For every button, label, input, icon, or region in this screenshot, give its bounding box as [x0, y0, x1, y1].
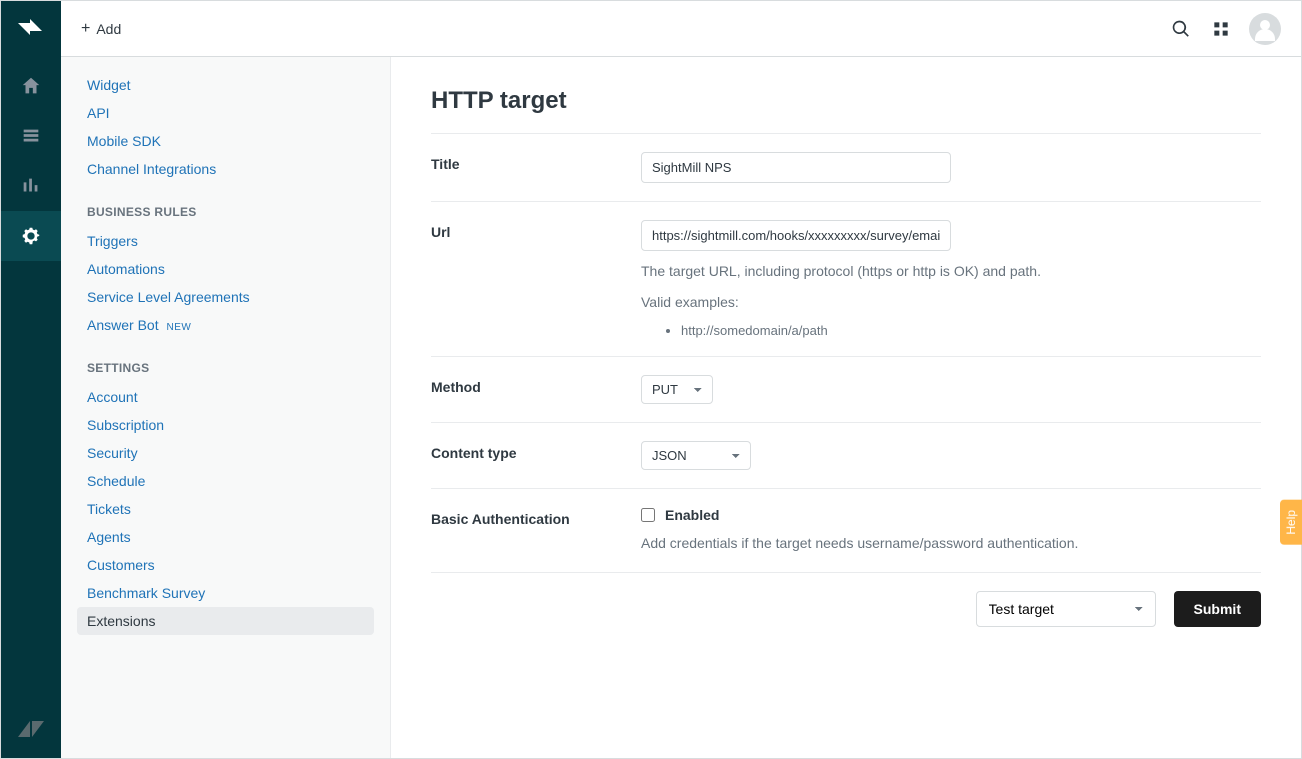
- nav-views[interactable]: [1, 111, 61, 161]
- settings-sidebar: Widget API Mobile SDK Channel Integratio…: [61, 57, 391, 758]
- sidebar-item-extensions[interactable]: Extensions: [77, 607, 374, 635]
- left-nav-rail: [1, 1, 61, 758]
- label-title: Title: [431, 152, 641, 183]
- nav-admin[interactable]: [1, 211, 61, 261]
- sidebar-item-triggers[interactable]: Triggers: [77, 227, 374, 255]
- action-row: Test target Submit: [431, 572, 1261, 645]
- sidebar-item-automations[interactable]: Automations: [77, 255, 374, 283]
- url-input[interactable]: [641, 220, 951, 251]
- zendesk-logo-icon: [18, 15, 44, 41]
- zendesk-brand-icon: [18, 719, 44, 742]
- label-basic-auth: Basic Authentication: [431, 507, 641, 554]
- bar-chart-icon: [20, 175, 42, 197]
- submit-button[interactable]: Submit: [1174, 591, 1261, 627]
- apps-grid-icon: [1211, 19, 1231, 39]
- page-title: HTTP target: [431, 87, 1261, 115]
- home-icon: [20, 75, 42, 97]
- content-type-select[interactable]: JSON: [641, 441, 751, 470]
- form-row-method: Method PUT: [431, 356, 1261, 422]
- url-example: http://somedomain/a/path: [681, 323, 1261, 338]
- search-button[interactable]: [1161, 9, 1201, 49]
- form-row-basic-auth: Basic Authentication Enabled Add credent…: [431, 488, 1261, 572]
- sidebar-item-security[interactable]: Security: [77, 439, 374, 467]
- url-help2: Valid examples:: [641, 292, 1261, 313]
- form-row-content-type: Content type JSON: [431, 422, 1261, 488]
- sidebar-item-api[interactable]: API: [77, 99, 374, 127]
- sidebar-item-subscription[interactable]: Subscription: [77, 411, 374, 439]
- sidebar-item-widget[interactable]: Widget: [77, 71, 374, 99]
- search-icon: [1171, 19, 1191, 39]
- label-method: Method: [431, 375, 641, 404]
- sidebar-item-sla[interactable]: Service Level Agreements: [77, 283, 374, 311]
- sidebar-item-benchmark-survey[interactable]: Benchmark Survey: [77, 579, 374, 607]
- main-content: HTTP target Title Url The target URL, in…: [391, 57, 1301, 758]
- basic-auth-checkbox[interactable]: [641, 508, 655, 522]
- new-badge: NEW: [166, 322, 191, 333]
- sidebar-item-channel-integrations[interactable]: Channel Integrations: [77, 155, 374, 183]
- sidebar-item-customers[interactable]: Customers: [77, 551, 374, 579]
- sidebar-item-account[interactable]: Account: [77, 383, 374, 411]
- plus-icon: +: [81, 21, 90, 37]
- test-target-select[interactable]: Test target: [976, 591, 1156, 627]
- list-icon: [20, 125, 42, 147]
- user-avatar[interactable]: [1249, 13, 1281, 45]
- basic-auth-checkbox-label: Enabled: [665, 507, 719, 523]
- top-bar: + Add: [61, 1, 1301, 57]
- apps-button[interactable]: [1201, 9, 1241, 49]
- form-row-title: Title: [431, 133, 1261, 201]
- sidebar-item-agents[interactable]: Agents: [77, 523, 374, 551]
- title-input[interactable]: [641, 152, 951, 183]
- sidebar-item-schedule[interactable]: Schedule: [77, 467, 374, 495]
- basic-auth-help: Add credentials if the target needs user…: [641, 533, 1261, 554]
- nav-reporting[interactable]: [1, 161, 61, 211]
- label-url: Url: [431, 220, 641, 338]
- nav-home[interactable]: [1, 61, 61, 111]
- form-row-url: Url The target URL, including protocol (…: [431, 201, 1261, 356]
- url-help1: The target URL, including protocol (http…: [641, 261, 1261, 282]
- sidebar-item-tickets[interactable]: Tickets: [77, 495, 374, 523]
- help-tab[interactable]: Help: [1280, 500, 1302, 545]
- label-content-type: Content type: [431, 441, 641, 470]
- sidebar-header-settings: SETTINGS: [77, 339, 374, 383]
- sidebar-item-label: Answer Bot: [87, 317, 159, 333]
- sidebar-item-mobile-sdk[interactable]: Mobile SDK: [77, 127, 374, 155]
- sidebar-header-business-rules: BUSINESS RULES: [77, 183, 374, 227]
- method-select[interactable]: PUT: [641, 375, 713, 404]
- add-button-label: Add: [96, 21, 121, 37]
- gear-icon: [20, 225, 42, 247]
- sidebar-item-answer-bot[interactable]: Answer Bot NEW: [77, 311, 374, 339]
- add-button[interactable]: + Add: [81, 21, 121, 37]
